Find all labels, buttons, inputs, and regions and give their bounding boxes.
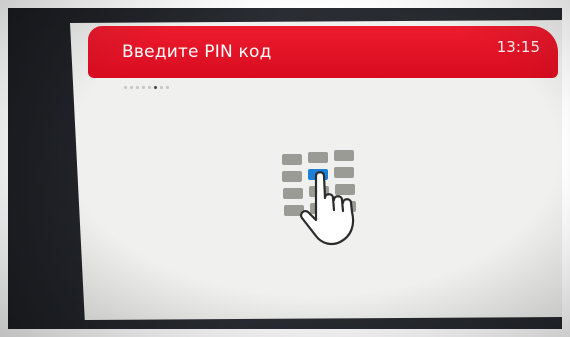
progress-dot: [124, 86, 127, 89]
hand-icon: [300, 171, 355, 246]
progress-dot: [166, 86, 169, 89]
terminal-screen: Введите PIN код 13:15: [70, 20, 562, 320]
progress-indicator: [124, 86, 169, 89]
progress-dot: [142, 86, 145, 89]
keypad-illustration: [282, 150, 356, 246]
key: [308, 152, 328, 163]
key: [334, 167, 354, 178]
pin-keypad-touch-icon: [268, 146, 408, 246]
key: [335, 184, 355, 195]
key: [334, 150, 354, 161]
progress-dot: [148, 86, 151, 89]
progress-dot: [160, 86, 163, 89]
key: [282, 154, 302, 165]
progress-dot: [130, 86, 133, 89]
key: [282, 171, 302, 182]
clock: 13:15: [496, 38, 540, 56]
photo-frame: Введите PIN код 13:15: [0, 0, 570, 337]
header-bar: Введите PIN код 13:15: [88, 26, 558, 78]
key: [283, 188, 303, 199]
progress-dot: [136, 86, 139, 89]
progress-dot-active: [154, 86, 157, 89]
page-title: Введите PIN код: [122, 42, 272, 62]
